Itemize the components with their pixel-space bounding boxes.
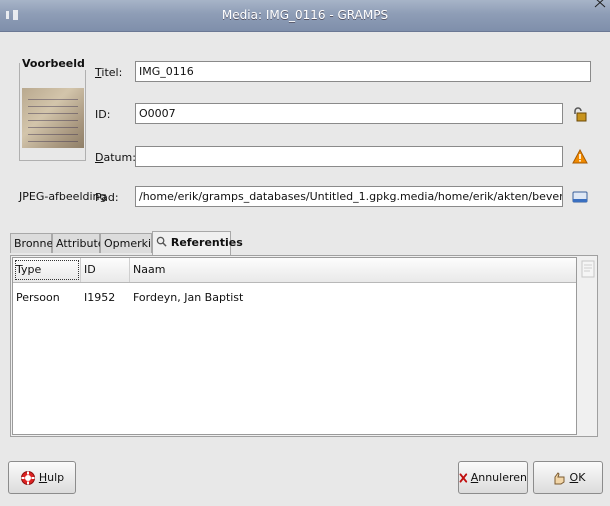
column-header-name[interactable]: Naam	[130, 258, 576, 282]
table-row[interactable]: Persoon I1952 Fordeyn, Jan Baptist	[13, 288, 576, 308]
path-field[interactable]: /home/erik/gramps_databases/Untitled_1.g…	[135, 186, 563, 207]
tab-bronnen[interactable]: Bronnen	[10, 233, 60, 253]
row-type: Persoon	[16, 291, 60, 304]
search-icon	[156, 236, 167, 247]
tab-referenties[interactable]: Referenties	[152, 231, 243, 255]
column-header-id[interactable]: ID	[81, 258, 130, 282]
title-label: Titel:	[95, 66, 123, 79]
references-panel: Type ID Naam Persoon I1952 Fordeyn, Jan …	[10, 255, 598, 437]
id-field[interactable]: O0007	[135, 103, 563, 124]
window-title: Media: IMG_0116 - GRAMPS	[221, 8, 389, 22]
lock-icon[interactable]	[572, 106, 588, 122]
tab-attributen[interactable]: Attributen	[52, 233, 112, 253]
preview-label: Voorbeeld	[21, 57, 86, 70]
close-window-icon[interactable]	[593, 0, 607, 8]
path-label: Pad:	[95, 191, 119, 204]
column-header-type[interactable]: Type	[13, 258, 81, 282]
ok-hand-icon	[554, 471, 565, 484]
cancel-x-icon	[459, 472, 468, 483]
row-id: I1952	[84, 291, 116, 304]
cancel-button[interactable]: Annuleren	[458, 461, 528, 494]
media-thumbnail[interactable]	[22, 88, 84, 148]
row-name: Fordeyn, Jan Baptist	[133, 291, 244, 304]
edit-reference-icon[interactable]	[581, 257, 596, 283]
references-list[interactable]: Type ID Naam Persoon I1952 Fordeyn, Jan …	[12, 257, 577, 435]
preview-frame: Voorbeeld	[19, 57, 86, 162]
date-field[interactable]	[135, 146, 563, 167]
id-label: ID:	[95, 108, 111, 121]
media-type-label: JPEG-afbeelding	[19, 190, 107, 203]
help-button-label: Hulp	[38, 471, 65, 484]
warning-icon[interactable]	[572, 149, 588, 165]
help-lifebuoy-icon	[20, 470, 35, 485]
window-titlebar[interactable]: Media: IMG_0116 - GRAMPS	[0, 0, 610, 32]
tab-referenties-label: Referenties	[170, 236, 243, 249]
tab-opmerking[interactable]: Opmerking	[100, 233, 165, 253]
ok-button[interactable]: OK	[533, 461, 603, 494]
title-field[interactable]: IMG_0116	[135, 61, 591, 82]
select-file-icon[interactable]	[572, 189, 588, 205]
cancel-button-label: Annuleren	[470, 471, 527, 484]
ok-button-label: OK	[569, 471, 586, 484]
date-label: Datum:	[95, 151, 136, 164]
help-button[interactable]: Hulp	[8, 461, 76, 494]
references-header: Type ID Naam	[13, 258, 576, 283]
